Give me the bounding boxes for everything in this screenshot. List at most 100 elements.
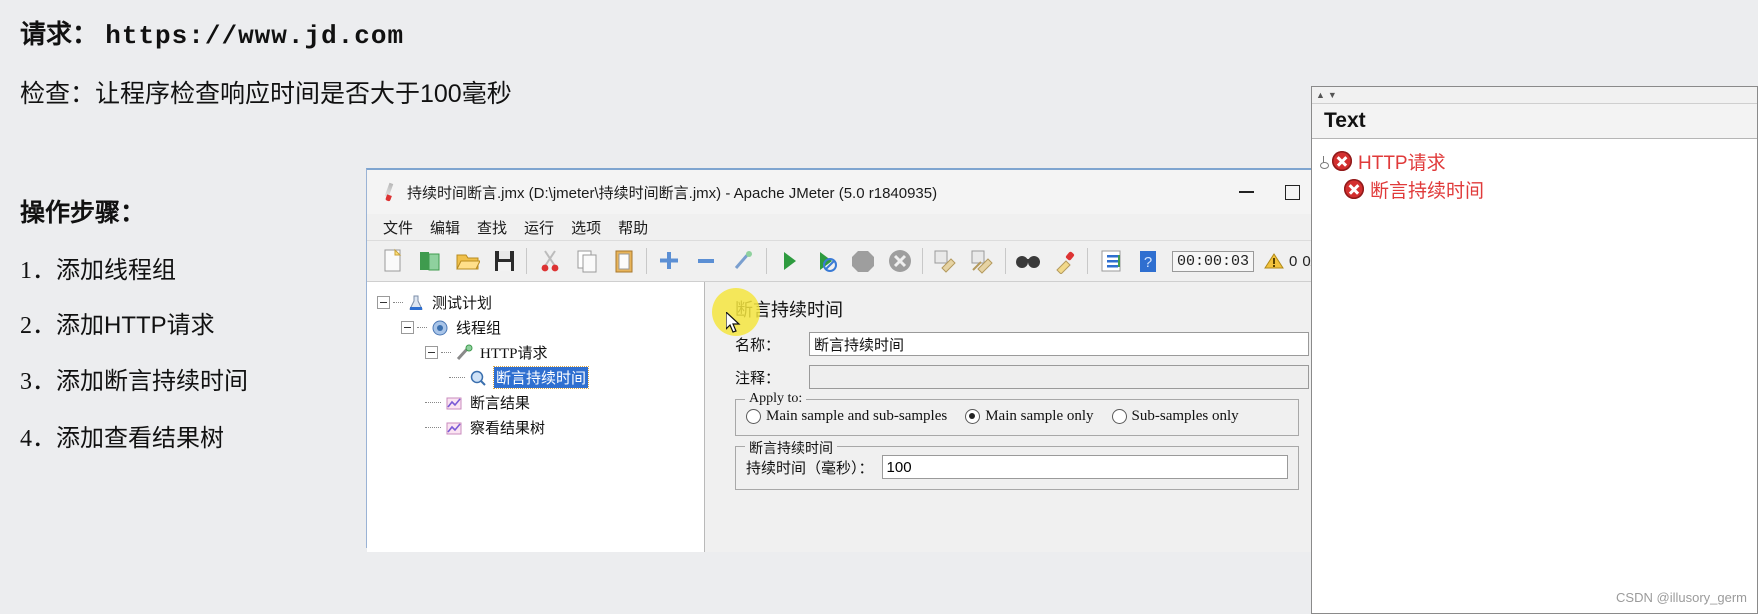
tree-node-assertion-results[interactable]: 断言结果	[425, 390, 704, 415]
clear-icon[interactable]	[927, 244, 964, 278]
radio-label: Sub-samples only	[1131, 408, 1239, 424]
clear-all-icon[interactable]	[964, 244, 1001, 278]
request-url: https://www.jd.com	[105, 21, 405, 51]
status-indicators: 0 0/	[1264, 252, 1315, 270]
error-icon	[1332, 151, 1352, 171]
chevron-up-icon[interactable]: ▲	[1316, 90, 1325, 100]
test-plan-tree[interactable]: 测试计划 线程组 HTTP请求 断言持续时间 断言结果 察看结果树	[367, 282, 705, 552]
jmeter-toolbar: ? 00:00:03 0 0/	[367, 240, 1315, 282]
expand-all-icon[interactable]	[651, 244, 688, 278]
jmeter-app-icon	[381, 182, 399, 202]
elapsed-timer: 00:00:03	[1172, 250, 1255, 272]
step-number: 2．	[20, 313, 56, 339]
new-file-icon[interactable]	[375, 244, 412, 278]
radio-main-only[interactable]: Main sample only	[965, 408, 1094, 425]
step-item-3: 3．添加断言持续时间	[20, 361, 248, 396]
search-icon[interactable]	[1010, 244, 1047, 278]
tree-label: HTTP请求	[480, 346, 548, 362]
help-icon[interactable]: ?	[1129, 244, 1166, 278]
save-icon[interactable]	[486, 244, 523, 278]
text-panel-item-label: 断言持续时间	[1370, 180, 1485, 202]
menu-item-help[interactable]: 帮助	[616, 216, 650, 239]
reset-search-icon[interactable]	[1046, 244, 1083, 278]
radio-sub-only[interactable]: Sub-samples only	[1111, 408, 1239, 425]
tree-label: 断言结果	[470, 395, 531, 412]
comment-input[interactable]	[809, 365, 1309, 389]
warning-triangle-icon	[1264, 253, 1284, 269]
radio-main-and-sub[interactable]: Main sample and sub-samples	[746, 408, 947, 425]
duration-label: 持续时间（毫秒）：	[746, 459, 874, 477]
name-label: 名称：	[735, 336, 781, 354]
error-icon	[1344, 179, 1364, 199]
cut-icon[interactable]	[531, 244, 568, 278]
maximize-button[interactable]	[1269, 176, 1315, 208]
jmeter-main-split: 测试计划 线程组 HTTP请求 断言持续时间 断言结果 察看结果树 断言持续时间…	[367, 282, 1315, 552]
window-controls	[1223, 176, 1315, 208]
open-template-icon[interactable]	[412, 244, 449, 278]
shutdown-icon[interactable]	[881, 244, 918, 278]
expand-toggle-icon[interactable]	[425, 346, 438, 359]
expand-toggle-icon[interactable]	[401, 321, 414, 334]
menu-item-edit[interactable]: 编辑	[428, 216, 462, 239]
paste-icon[interactable]	[605, 244, 642, 278]
test-plan-icon	[406, 293, 426, 313]
menu-item-file[interactable]: 文件	[381, 216, 415, 239]
radio-circle-icon[interactable]	[1111, 409, 1127, 424]
toolbar-separator	[1087, 248, 1089, 274]
step-item-1: 1．添加线程组	[20, 250, 176, 285]
toolbar-separator	[1004, 248, 1006, 274]
tree-handle-icon[interactable]	[1318, 155, 1330, 169]
tree-node-view-results-tree[interactable]: 察看结果树	[425, 415, 704, 440]
tree-label-selected: 断言持续时间	[492, 366, 590, 389]
stop-icon[interactable]	[844, 244, 881, 278]
expand-toggle-icon[interactable]	[377, 296, 390, 309]
tree-label: 线程组	[456, 320, 502, 337]
radio-label: Main sample only	[985, 408, 1094, 424]
jmeter-menu-bar: 文件 编辑 查找 运行 选项 帮助	[367, 214, 1315, 240]
apply-to-group: Apply to: Main sample and sub-samples Ma…	[735, 391, 1299, 436]
jmeter-title-bar: 持续时间断言.jmx (D:\jmeter\持续时间断言.jmx) - Apac…	[367, 170, 1315, 214]
steps-title: 操作步骤：	[20, 199, 146, 227]
duration-assertion-group: 断言持续时间 持续时间（毫秒）：	[735, 438, 1299, 490]
toolbar-separator	[645, 248, 647, 274]
copy-icon[interactable]	[568, 244, 605, 278]
tree-node-thread-group[interactable]: 线程组	[401, 315, 704, 340]
tree-label: 察看结果树	[470, 420, 546, 437]
text-panel-item-http-request[interactable]: HTTP请求	[1318, 147, 1757, 175]
watermark: CSDN @illusory_germ	[1616, 590, 1747, 605]
start-icon[interactable]	[771, 244, 808, 278]
name-input[interactable]	[809, 332, 1309, 356]
step-number: 4．	[20, 426, 56, 452]
toggle-icon[interactable]	[725, 244, 762, 278]
jmeter-window: 持续时间断言.jmx (D:\jmeter\持续时间断言.jmx) - Apac…	[366, 168, 1316, 552]
duration-assertion-panel: 断言持续时间 名称： 注释： Apply to: Main sample and…	[705, 282, 1315, 552]
menu-item-options[interactable]: 选项	[569, 216, 603, 239]
start-no-pauses-icon[interactable]	[807, 244, 844, 278]
tree-node-http-request[interactable]: HTTP请求	[425, 340, 704, 365]
duration-legend: 断言持续时间	[745, 438, 837, 458]
warning-count: 0	[1289, 252, 1298, 270]
toolbar-separator	[765, 248, 767, 274]
toolbar-separator	[526, 248, 528, 274]
text-panel-topbar: ▲ ▼	[1312, 87, 1757, 104]
svg-text:?: ?	[1143, 254, 1151, 271]
text-panel-item-duration-assertion[interactable]: 断言持续时间	[1344, 175, 1757, 203]
function-helper-icon[interactable]	[1092, 244, 1129, 278]
minimize-button[interactable]	[1223, 176, 1269, 208]
tree-node-duration-assertion[interactable]: 断言持续时间	[449, 365, 704, 390]
radio-circle-icon[interactable]	[746, 409, 761, 424]
menu-item-run[interactable]: 运行	[522, 216, 556, 239]
menu-item-search[interactable]: 查找	[475, 216, 509, 239]
step-item-4: 4．添加查看结果树	[20, 418, 224, 453]
request-line: 请求： https://www.jd.com	[20, 14, 404, 51]
step-text: 添加线程组	[56, 257, 176, 284]
open-folder-icon[interactable]	[449, 244, 486, 278]
tree-node-test-plan[interactable]: 测试计划	[377, 290, 704, 315]
duration-input[interactable]	[881, 455, 1288, 479]
comment-label: 注释：	[735, 369, 781, 387]
thread-group-icon	[430, 318, 450, 338]
name-field-row: 名称：	[735, 332, 1315, 356]
radio-circle-selected-icon[interactable]	[965, 409, 981, 424]
chevron-down-icon[interactable]: ▼	[1328, 90, 1337, 100]
collapse-all-icon[interactable]	[688, 244, 725, 278]
